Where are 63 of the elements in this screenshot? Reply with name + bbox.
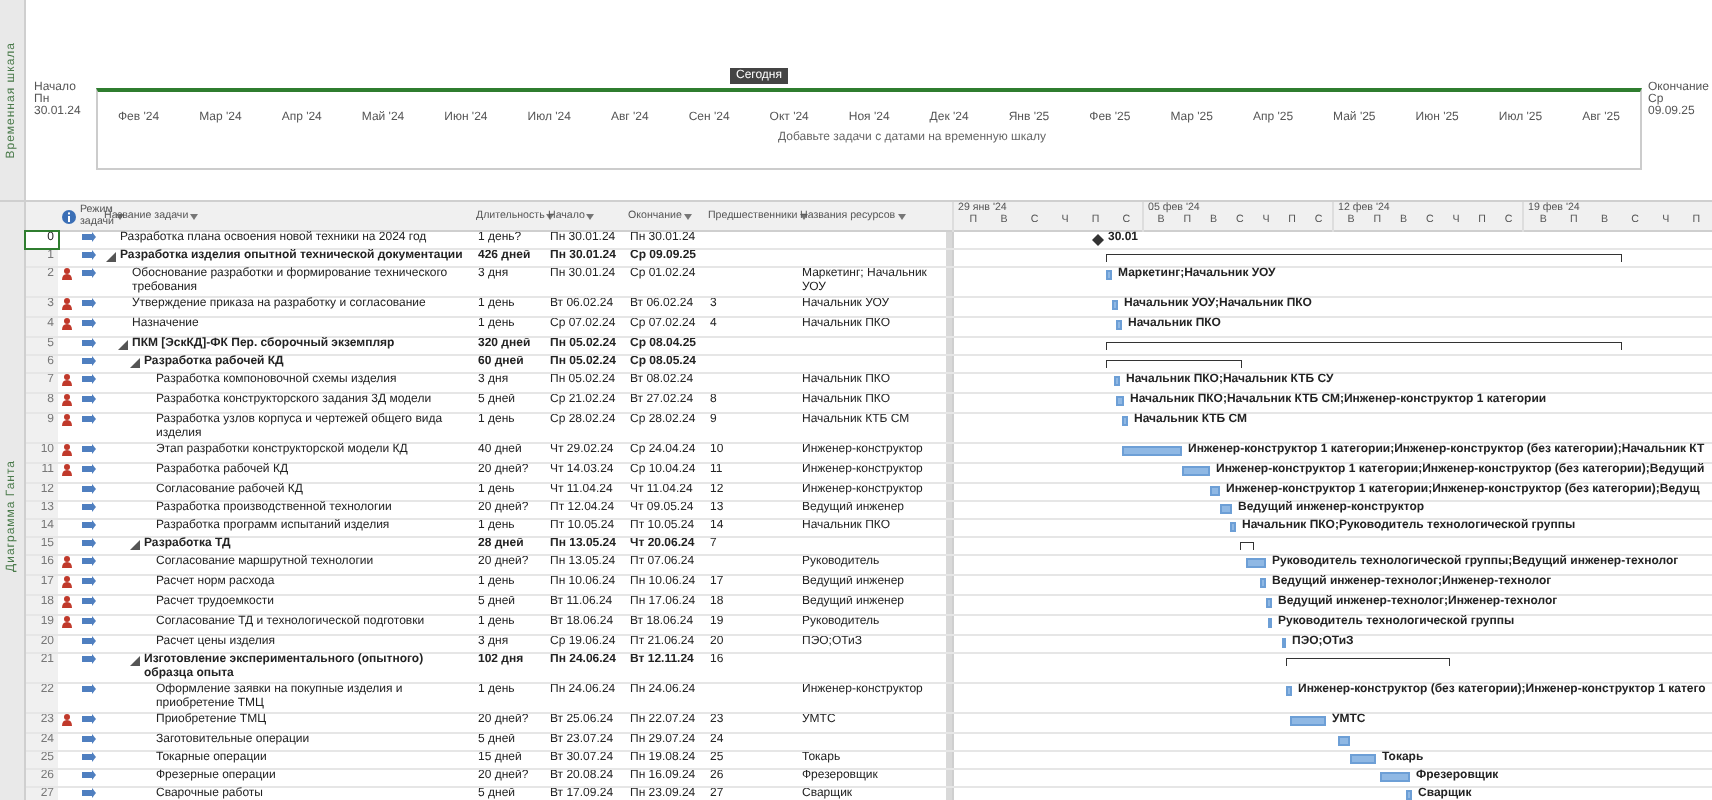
task-bar[interactable] bbox=[1122, 416, 1128, 426]
task-bar[interactable] bbox=[1266, 598, 1272, 608]
task-mode-icon bbox=[82, 714, 96, 724]
summary-bracket[interactable] bbox=[1106, 254, 1622, 262]
task-bar[interactable] bbox=[1260, 578, 1266, 588]
task-mode-icon bbox=[82, 250, 96, 260]
task-bar[interactable] bbox=[1230, 522, 1236, 532]
task-mode-icon bbox=[82, 232, 96, 242]
task-mode-icon bbox=[82, 356, 96, 366]
task-mode-icon bbox=[82, 338, 96, 348]
task-mode-icon bbox=[82, 374, 96, 384]
task-mode-icon bbox=[82, 752, 96, 762]
task-bar[interactable] bbox=[1106, 270, 1112, 280]
task-mode-icon bbox=[82, 636, 96, 646]
collapse-icon[interactable] bbox=[106, 252, 116, 262]
task-mode-icon bbox=[82, 596, 96, 606]
task-bar[interactable] bbox=[1114, 376, 1120, 386]
task-bar[interactable] bbox=[1380, 772, 1410, 782]
task-bar[interactable] bbox=[1338, 736, 1350, 746]
task-bar[interactable] bbox=[1286, 686, 1292, 696]
dropdown-icon[interactable] bbox=[190, 213, 199, 220]
task-mode-icon bbox=[82, 654, 96, 664]
task-bar[interactable] bbox=[1290, 716, 1326, 726]
task-mode-icon bbox=[82, 788, 96, 798]
task-mode-icon bbox=[82, 734, 96, 744]
dropdown-icon[interactable] bbox=[586, 213, 595, 220]
task-mode-icon bbox=[82, 770, 96, 780]
task-mode-icon bbox=[82, 444, 96, 454]
task-mode-icon bbox=[82, 556, 96, 566]
task-mode-icon bbox=[82, 268, 96, 278]
summary-bracket[interactable] bbox=[1106, 342, 1622, 350]
task-mode-icon bbox=[82, 576, 96, 586]
task-bar[interactable] bbox=[1182, 466, 1210, 476]
task-bar[interactable] bbox=[1220, 504, 1232, 514]
task-mode-icon bbox=[82, 616, 96, 626]
task-bar[interactable] bbox=[1112, 300, 1118, 310]
task-bar[interactable] bbox=[1122, 446, 1182, 456]
task-mode-icon bbox=[82, 464, 96, 474]
collapse-icon[interactable] bbox=[130, 540, 140, 550]
task-mode-icon bbox=[82, 394, 96, 404]
task-mode-icon bbox=[82, 484, 96, 494]
dropdown-icon[interactable] bbox=[897, 213, 906, 220]
dropdown-icon[interactable] bbox=[683, 213, 692, 220]
task-mode-icon bbox=[82, 538, 96, 548]
summary-bracket[interactable] bbox=[1106, 360, 1242, 368]
task-bar[interactable] bbox=[1350, 754, 1376, 764]
task-mode-icon bbox=[82, 502, 96, 512]
task-mode-icon bbox=[82, 318, 96, 328]
task-bar[interactable] bbox=[1210, 486, 1220, 496]
summary-bracket[interactable] bbox=[1286, 658, 1450, 666]
dropdown-icon[interactable] bbox=[546, 213, 555, 220]
collapse-icon[interactable] bbox=[118, 340, 128, 350]
task-mode-icon bbox=[82, 684, 96, 694]
task-mode-icon bbox=[82, 520, 96, 530]
task-bar[interactable] bbox=[1406, 790, 1412, 800]
summary-bracket[interactable] bbox=[1240, 542, 1254, 550]
task-mode-icon bbox=[82, 414, 96, 424]
collapse-icon[interactable] bbox=[130, 656, 140, 666]
task-bar[interactable] bbox=[1116, 396, 1124, 406]
collapse-icon[interactable] bbox=[130, 358, 140, 368]
task-bar[interactable] bbox=[1116, 320, 1122, 330]
info-icon bbox=[61, 210, 75, 224]
task-mode-icon bbox=[82, 298, 96, 308]
